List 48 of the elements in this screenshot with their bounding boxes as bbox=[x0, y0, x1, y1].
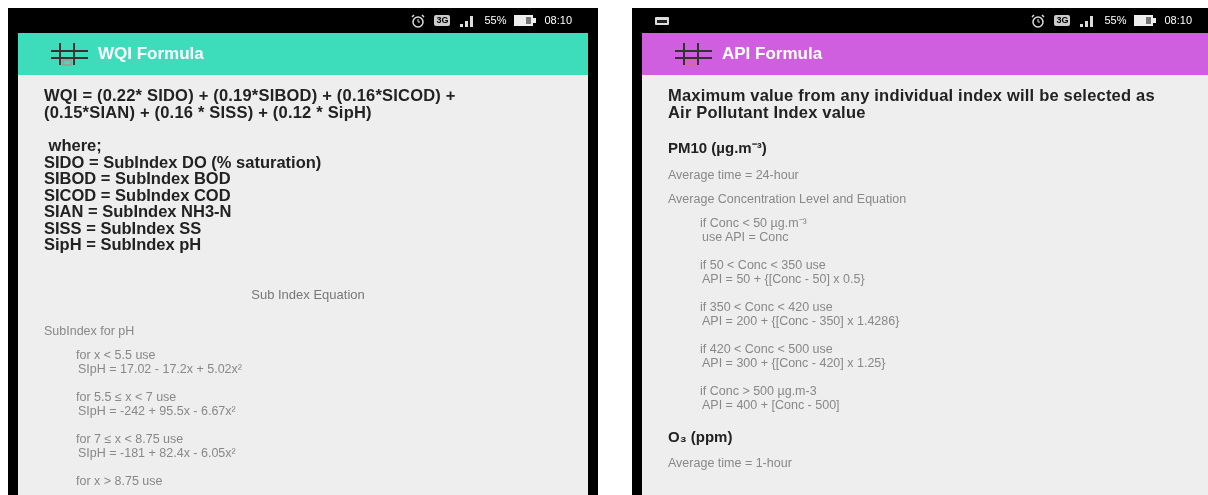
notification-icon bbox=[654, 15, 670, 26]
formula-text: WQI = (0.22* SIDO) + (0.19*SIBOD) + (0.16*SICOD) + (0.15*SIAN) + (0.16 * SISS) + (0.12 * SipH) bbox=[44, 87, 457, 121]
info-text: SubIndex for pH bbox=[44, 324, 136, 338]
app-title: WQI Formula bbox=[98, 43, 204, 66]
equation-text: use API = Conc bbox=[701, 229, 789, 244]
condition-text: if Conc > 500 µg.m-3 bbox=[700, 383, 818, 398]
app-title: API Formula bbox=[722, 43, 823, 66]
battery-icon bbox=[1134, 15, 1157, 26]
condition-text: if 350 < Conc < 420 use bbox=[700, 299, 834, 314]
definition-line: SISS = SubIndex SS bbox=[44, 219, 203, 236]
alarm-clock-icon bbox=[410, 13, 427, 28]
definition-line: SICOD = SubIndex COD bbox=[44, 186, 232, 203]
definition-line: SIBOD = SubIndex BOD bbox=[44, 170, 232, 187]
section-heading: PM10 (µg.m⁻³) bbox=[668, 138, 768, 158]
definition-line: where; bbox=[47, 137, 103, 154]
equation-text: API = 300 + {[Conc - 420] x 1.25} bbox=[701, 355, 887, 370]
definition-line: SipH = SubIndex pH bbox=[44, 236, 203, 253]
definition-line: SIDO = SubIndex DO (% saturation) bbox=[44, 153, 323, 170]
condition-text: for x < 5.5 use bbox=[76, 348, 157, 362]
clock-time: 08:10 bbox=[1164, 13, 1192, 29]
definition-line: SIAN = SubIndex NH3-N bbox=[44, 203, 233, 220]
condition-text: for 7 ≤ x < 8.75 use bbox=[76, 432, 185, 446]
alarm-clock-icon bbox=[1030, 13, 1047, 28]
info-text: Average time = 1-hour bbox=[668, 456, 793, 470]
condition-text: for 5.5 ≤ x < 7 use bbox=[76, 390, 178, 404]
condition-text: if 420 < Conc < 500 use bbox=[700, 341, 834, 356]
equation-text: SIpH = 17.02 - 17.2x + 5.02x² bbox=[77, 362, 243, 376]
condition-text: if Conc < 50 µg.m⁻³ bbox=[700, 215, 808, 230]
clock-time: 08:10 bbox=[544, 13, 572, 29]
equation-text: API = 400 + [Conc - 500] bbox=[701, 397, 841, 412]
condition-text: if 50 < Conc < 350 use bbox=[700, 257, 827, 272]
equation-text: API = 50 + {[Conc - 50] x 0.5} bbox=[701, 271, 866, 286]
equation-text: SIpH = -242 + 95.5x - 6.67x² bbox=[77, 404, 237, 418]
network-badge: 3G bbox=[434, 15, 451, 26]
equation-text: API = 200 + {[Conc - 350] x 1.4286} bbox=[701, 313, 901, 328]
info-text: Average time = 24-hour bbox=[668, 167, 800, 182]
hash-grid-icon bbox=[674, 42, 714, 66]
condition-text: for x > 8.75 use bbox=[75, 474, 164, 488]
equation-text: SIpH = -181 + 82.4x - 6.05x² bbox=[77, 446, 237, 460]
battery-icon bbox=[514, 15, 537, 26]
hash-grid-icon bbox=[50, 42, 90, 66]
battery-percent: 55% bbox=[484, 13, 507, 29]
formula-text: Maximum value from any individual index will be selected as Air Pollutant Index value bbox=[668, 87, 1156, 121]
network-badge: 3G bbox=[1054, 15, 1071, 26]
section-heading: Sub Index Equation bbox=[250, 285, 366, 304]
battery-percent: 55% bbox=[1104, 13, 1127, 29]
info-text: Average Concentration Level and Equation bbox=[668, 191, 908, 206]
section-heading: O₃ (ppm) bbox=[668, 426, 734, 447]
